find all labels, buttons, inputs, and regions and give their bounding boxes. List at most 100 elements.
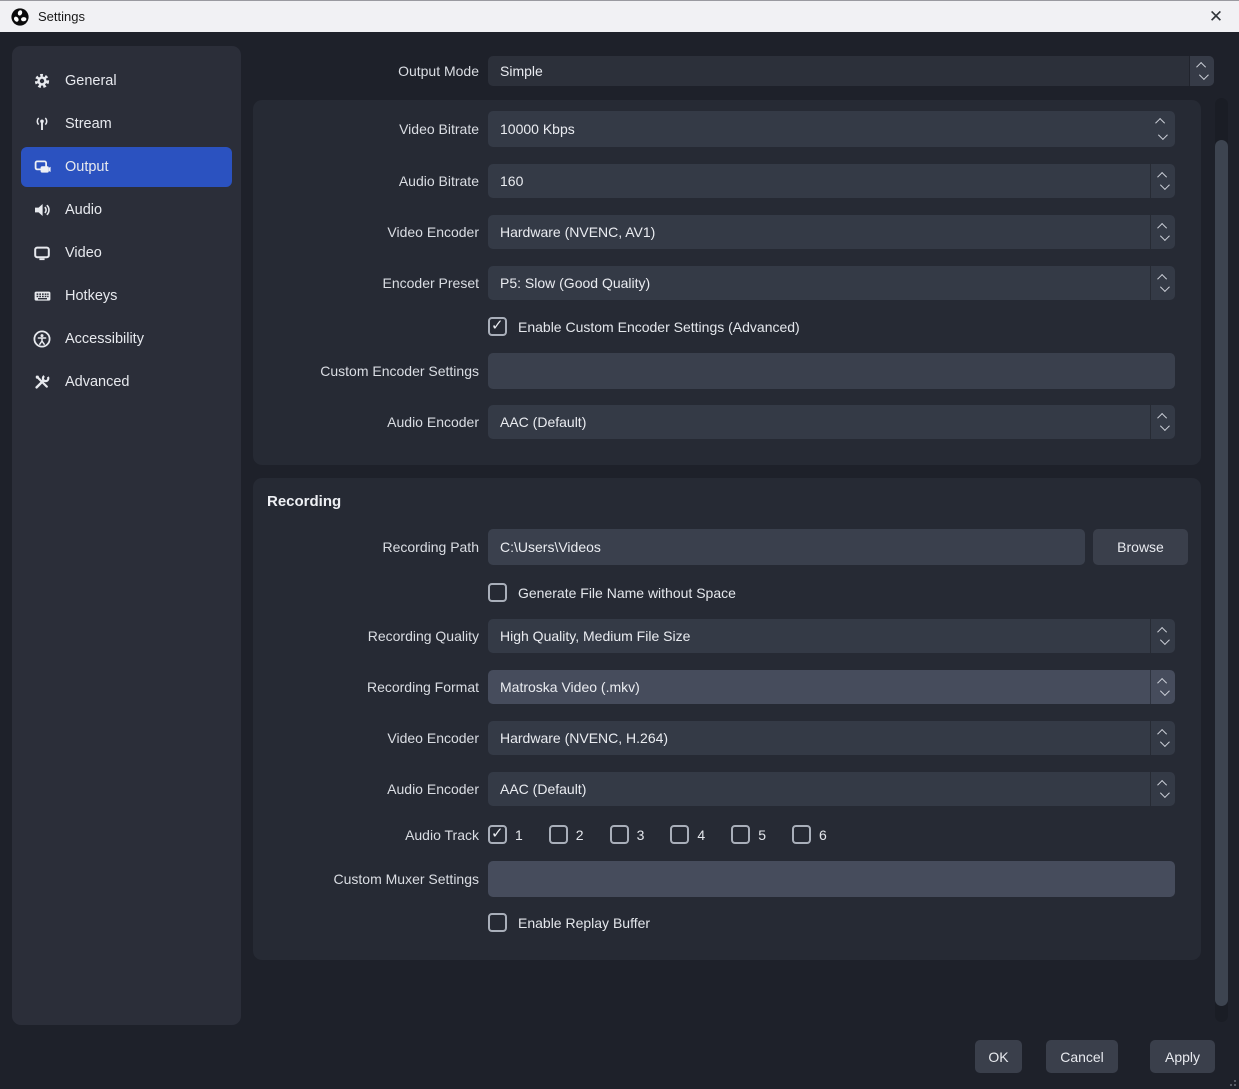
tools-icon xyxy=(32,373,52,391)
recording-quality-select[interactable]: High Quality, Medium File Size xyxy=(488,619,1175,653)
encoder-preset-select[interactable]: P5: Slow (Good Quality) xyxy=(488,266,1175,300)
ok-button[interactable]: OK xyxy=(975,1040,1022,1073)
close-icon[interactable]: ✕ xyxy=(1193,1,1239,33)
enable-custom-encoder-checkbox[interactable] xyxy=(488,316,507,336)
sidebar-item-general[interactable]: General xyxy=(21,61,232,101)
audio-bitrate-select[interactable]: 160 xyxy=(488,164,1175,198)
sidebar-item-output[interactable]: Output xyxy=(21,147,232,187)
chevron-updown-icon[interactable] xyxy=(1150,670,1175,704)
recording-format-value: Matroska Video (.mkv) xyxy=(500,679,640,695)
generate-no-space-row: Generate File Name without Space xyxy=(488,583,736,602)
custom-muxer-settings-label: Custom Muxer Settings xyxy=(333,871,480,887)
custom-muxer-settings-input[interactable] xyxy=(488,861,1175,897)
sidebar-item-label: Hotkeys xyxy=(65,288,118,304)
sidebar-item-advanced[interactable]: Advanced xyxy=(21,362,232,402)
encoder-preset-value: P5: Slow (Good Quality) xyxy=(500,275,651,291)
recording-quality-row: Recording Quality High Quality, Medium F… xyxy=(253,619,1175,653)
enable-replay-buffer-label: Enable Replay Buffer xyxy=(518,914,651,931)
stream-audio-encoder-row: Audio Encoder AAC (Default) xyxy=(253,405,1175,439)
scrollbar-thumb[interactable] xyxy=(1215,140,1228,1006)
chevron-updown-icon[interactable] xyxy=(1150,215,1175,249)
audio-track-4-checkbox[interactable] xyxy=(670,825,690,844)
accessibility-icon xyxy=(32,330,52,348)
window-title: Settings xyxy=(38,9,85,24)
chevron-updown-icon[interactable] xyxy=(1150,772,1175,806)
sidebar-item-label: Accessibility xyxy=(65,331,144,347)
audio-track-4-label: 4 xyxy=(697,826,706,843)
spin-down-icon[interactable] xyxy=(1157,130,1168,141)
stream-audio-encoder-select[interactable]: AAC (Default) xyxy=(488,405,1175,439)
recording-path-label: Recording Path xyxy=(382,539,479,555)
audio-track-1-checkbox[interactable] xyxy=(488,824,507,844)
enable-replay-buffer-row: Enable Replay Buffer xyxy=(488,913,650,932)
apply-button-label: Apply xyxy=(1164,1048,1201,1065)
generate-no-space-label: Generate File Name without Space xyxy=(518,584,736,601)
audio-track-3-label: 3 xyxy=(636,826,645,843)
chevron-updown-icon[interactable] xyxy=(1189,56,1214,86)
chevron-updown-icon[interactable] xyxy=(1150,164,1175,198)
enable-replay-buffer-checkbox[interactable] xyxy=(488,913,507,932)
sidebar-item-label: Audio xyxy=(65,202,103,218)
settings-sidebar: General Stream Output Audio Video Hotkey… xyxy=(12,46,241,1025)
sidebar-item-stream[interactable]: Stream xyxy=(21,104,232,144)
rec-audio-encoder-value: AAC (Default) xyxy=(500,781,587,797)
gear-icon xyxy=(32,72,52,90)
rec-video-encoder-label: Video Encoder xyxy=(387,730,479,746)
audio-track-5-label: 5 xyxy=(758,826,766,843)
stream-audio-encoder-value: AAC (Default) xyxy=(500,414,587,430)
output-mode-select[interactable]: Simple xyxy=(488,56,1214,86)
audio-track-5-checkbox[interactable] xyxy=(731,825,751,844)
chevron-updown-icon[interactable] xyxy=(1150,721,1175,755)
spin-up-icon[interactable] xyxy=(1155,117,1166,128)
ok-button-label: OK xyxy=(988,1048,1009,1065)
recording-path-input[interactable]: C:\Users\Videos xyxy=(488,529,1085,565)
video-bitrate-row: Video Bitrate 10000 Kbps xyxy=(253,111,1175,147)
sidebar-item-audio[interactable]: Audio xyxy=(21,190,232,230)
video-encoder-select[interactable]: Hardware (NVENC, AV1) xyxy=(488,215,1175,249)
encoder-preset-row: Encoder Preset P5: Slow (Good Quality) xyxy=(253,266,1175,300)
output-icon xyxy=(32,158,52,176)
video-bitrate-spinner[interactable]: 10000 Kbps xyxy=(488,111,1175,147)
resize-grip[interactable] xyxy=(1226,1076,1236,1086)
chevron-updown-icon[interactable] xyxy=(1150,266,1175,300)
generate-no-space-checkbox[interactable] xyxy=(488,583,507,602)
cancel-button[interactable]: Cancel xyxy=(1046,1040,1118,1073)
output-mode-row: Output Mode Simple xyxy=(253,56,1214,86)
keyboard-icon xyxy=(32,287,52,305)
broadcast-icon xyxy=(32,115,52,133)
sidebar-item-label: Video xyxy=(65,245,102,261)
apply-button[interactable]: Apply xyxy=(1150,1040,1215,1073)
audio-track-2-checkbox[interactable] xyxy=(548,825,568,844)
custom-encoder-settings-input[interactable] xyxy=(488,353,1175,389)
recording-format-row: Recording Format Matroska Video (.mkv) xyxy=(253,670,1175,704)
chevron-updown-icon[interactable] xyxy=(1150,405,1175,439)
obs-logo-icon xyxy=(11,7,29,26)
sidebar-item-video[interactable]: Video xyxy=(21,233,232,273)
recording-format-label: Recording Format xyxy=(366,679,479,695)
sidebar-item-hotkeys[interactable]: Hotkeys xyxy=(21,276,232,316)
sidebar-item-label: Output xyxy=(65,159,109,175)
audio-track-6-checkbox[interactable] xyxy=(791,825,811,844)
video-encoder-label: Video Encoder xyxy=(387,224,479,240)
recording-format-select[interactable]: Matroska Video (.mkv) xyxy=(488,670,1175,704)
recording-quality-label: Recording Quality xyxy=(367,628,479,644)
rec-video-encoder-select[interactable]: Hardware (NVENC, H.264) xyxy=(488,721,1175,755)
browse-button[interactable]: Browse xyxy=(1093,529,1188,565)
vertical-scrollbar[interactable] xyxy=(1215,98,1228,1022)
output-mode-value: Simple xyxy=(500,63,543,79)
audio-bitrate-label: Audio Bitrate xyxy=(398,173,479,189)
cancel-button-label: Cancel xyxy=(1060,1048,1104,1065)
chevron-updown-icon[interactable] xyxy=(1150,619,1175,653)
audio-track-3-checkbox[interactable] xyxy=(609,825,629,844)
streaming-panel: Video Bitrate 10000 Kbps Audio Bitrate 1… xyxy=(253,100,1201,465)
custom-encoder-settings-label: Custom Encoder Settings xyxy=(320,363,479,379)
rec-audio-encoder-select[interactable]: AAC (Default) xyxy=(488,772,1175,806)
sidebar-item-accessibility[interactable]: Accessibility xyxy=(21,319,232,359)
recording-quality-value: High Quality, Medium File Size xyxy=(500,628,691,644)
obs-settings-window: { "window": { "title": "Settings" }, "si… xyxy=(0,0,1239,1089)
encoder-preset-label: Encoder Preset xyxy=(382,275,480,291)
enable-custom-encoder-label: Enable Custom Encoder Settings (Advanced… xyxy=(518,318,800,335)
rec-video-encoder-row: Video Encoder Hardware (NVENC, H.264) xyxy=(253,721,1175,755)
video-encoder-value: Hardware (NVENC, AV1) xyxy=(500,224,656,240)
sidebar-item-label: Stream xyxy=(65,116,112,132)
